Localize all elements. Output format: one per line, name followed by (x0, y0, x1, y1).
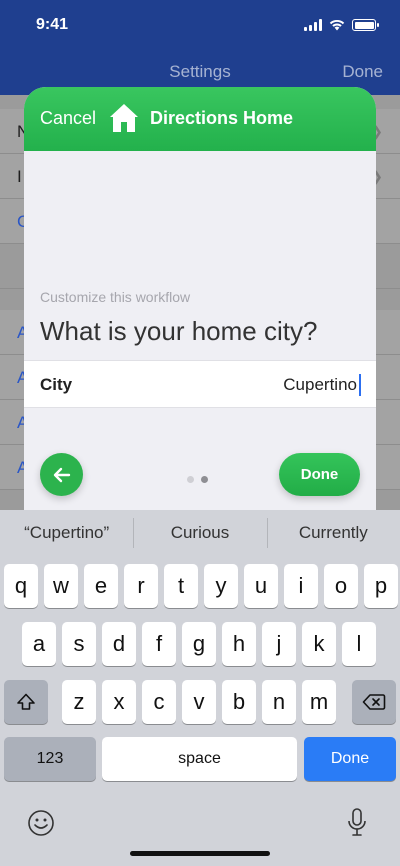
key[interactable]: u (244, 564, 278, 608)
key[interactable]: t (164, 564, 198, 608)
key[interactable]: p (364, 564, 398, 608)
dictation-key[interactable] (346, 807, 368, 844)
key[interactable]: g (182, 622, 216, 666)
arrow-left-icon (53, 467, 70, 482)
return-done-key[interactable]: Done (304, 737, 396, 781)
done-button[interactable]: Done (279, 453, 360, 496)
cellular-signal-icon (304, 19, 322, 31)
home-indicator (130, 851, 270, 856)
back-button[interactable] (40, 453, 83, 496)
question-heading: What is your home city? (40, 316, 318, 346)
status-icons (304, 19, 379, 31)
city-input[interactable] (180, 372, 360, 398)
suggestion-item[interactable]: Curious (133, 510, 266, 555)
space-key[interactable]: space (102, 737, 297, 781)
status-bar: 9:41 (0, 0, 400, 50)
key[interactable]: d (102, 622, 136, 666)
key[interactable]: l (342, 622, 376, 666)
key[interactable]: k (302, 622, 336, 666)
workflow-modal: Cancel Directions Home Customize this wo… (24, 87, 376, 527)
delete-key[interactable] (352, 680, 396, 724)
key[interactable]: w (44, 564, 78, 608)
wifi-icon (329, 19, 345, 31)
key[interactable]: m (302, 680, 336, 724)
key[interactable]: z (62, 680, 96, 724)
microphone-icon (348, 808, 366, 836)
keyboard: “Cupertino” Curious Currently q w e r t … (0, 510, 400, 866)
delete-backspace-icon (362, 694, 386, 710)
modal-header: Cancel Directions Home (24, 87, 376, 151)
text-cursor (359, 374, 361, 396)
key[interactable]: n (262, 680, 296, 724)
key[interactable]: i (284, 564, 318, 608)
emoji-key[interactable] (27, 809, 55, 842)
suggestion-item[interactable]: Currently (266, 510, 400, 555)
status-time: 9:41 (36, 16, 69, 33)
emoji-icon (28, 810, 54, 836)
city-field-label: City (40, 375, 73, 394)
key[interactable]: h (222, 622, 256, 666)
modal-title: Directions Home (150, 108, 294, 128)
city-field-row: City (24, 360, 376, 408)
key[interactable]: e (84, 564, 118, 608)
background-row-initial: I (17, 167, 22, 186)
key[interactable]: j (262, 622, 296, 666)
shift-key[interactable] (4, 680, 48, 724)
page-indicator (187, 476, 208, 483)
page-dot-active (201, 476, 208, 483)
key[interactable]: q (4, 564, 38, 608)
key[interactable]: y (204, 564, 238, 608)
background-done-button: Done (342, 62, 383, 81)
page-dot (187, 476, 194, 483)
numbers-key[interactable]: 123 (4, 737, 96, 781)
battery-icon (352, 19, 379, 31)
key[interactable]: v (182, 680, 216, 724)
key[interactable]: c (142, 680, 176, 724)
key[interactable]: a (22, 622, 56, 666)
cancel-button[interactable]: Cancel (40, 108, 96, 129)
key[interactable]: s (62, 622, 96, 666)
key[interactable]: o (324, 564, 358, 608)
home-icon (108, 102, 140, 134)
background-title: Settings (169, 62, 231, 81)
key[interactable]: r (124, 564, 158, 608)
suggestion-item[interactable]: “Cupertino” (0, 510, 133, 555)
key[interactable]: f (142, 622, 176, 666)
customize-label: Customize this workflow (40, 289, 191, 305)
predictive-bar: “Cupertino” Curious Currently (0, 510, 400, 555)
key[interactable]: x (102, 680, 136, 724)
shift-icon (17, 693, 35, 710)
key[interactable]: b (222, 680, 256, 724)
